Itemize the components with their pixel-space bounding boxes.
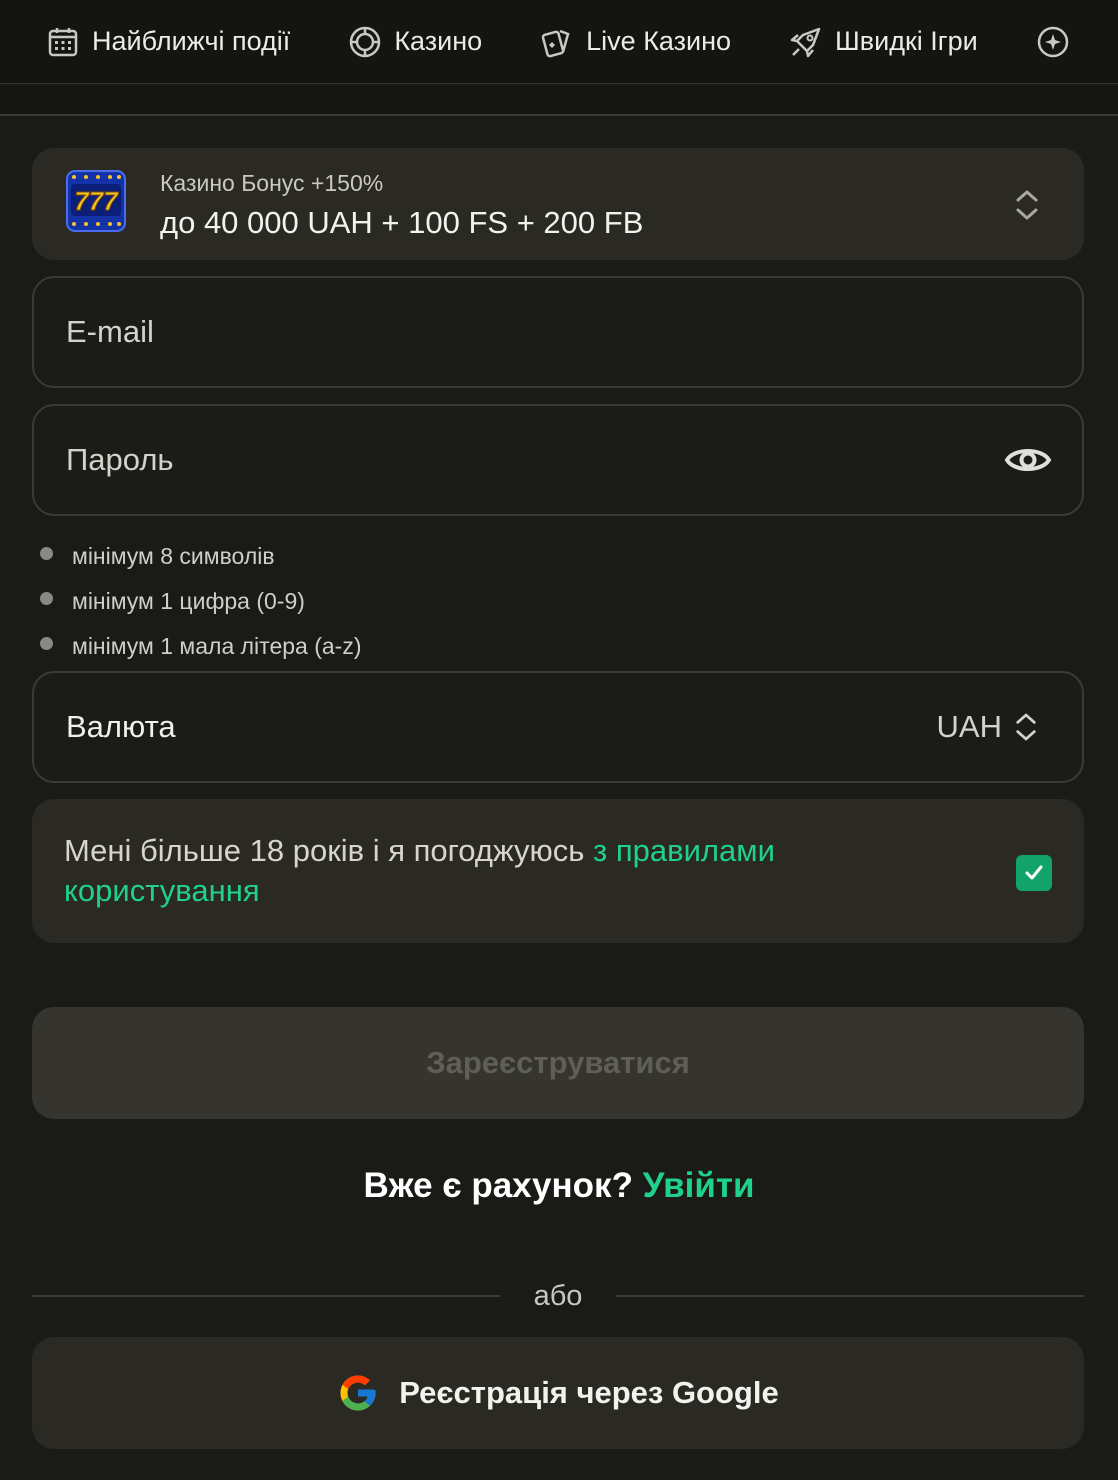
nav-item-fast-games[interactable]: Швидкі Ігри	[789, 25, 978, 59]
bullet-dot	[40, 547, 53, 560]
divider-line	[32, 1295, 500, 1297]
rule-text: мінімум 1 мала літера (a-z)	[72, 633, 362, 659]
or-text: або	[533, 1279, 583, 1312]
chevron-updown-icon	[1016, 190, 1038, 220]
checkmark-icon	[1025, 865, 1043, 880]
nav-label: Казино	[394, 26, 483, 56]
password-rules: мінімум 8 символів мінімум 1 цифра (0-9)…	[40, 534, 361, 669]
logo-text: 777	[74, 186, 119, 216]
currency-select[interactable]: Валюта UAH	[32, 671, 1084, 783]
list-item: мінімум 8 символів	[40, 534, 361, 579]
email-field[interactable]: E-mail	[32, 276, 1084, 388]
casino-chip-icon	[350, 26, 381, 57]
sparkle-icon	[1037, 26, 1068, 57]
password-field[interactable]: Пароль	[32, 404, 1084, 516]
divider-line	[616, 1295, 1084, 1297]
list-item: мінімум 1 мала літера (a-z)	[40, 624, 361, 669]
agree-text: Мені більше 18 років і я погоджуюсь	[64, 833, 594, 868]
rule-text: мінімум 1 цифра (0-9)	[72, 588, 305, 614]
nav-label: Live Казино	[586, 26, 732, 56]
google-icon	[340, 1375, 376, 1411]
nav-item-casino[interactable]: Казино	[348, 25, 482, 59]
bullet-dot	[40, 637, 53, 650]
currency-label: Валюта	[66, 709, 176, 744]
password-placeholder: Пароль	[66, 442, 174, 477]
list-item: мінімум 1 цифра (0-9)	[40, 579, 361, 624]
header-divider-strip	[0, 85, 1118, 116]
bonus-selector[interactable]: 777 Казино Бонус +150% до 40 000 UAH + 1…	[32, 148, 1084, 260]
calendar-icon	[48, 27, 78, 56]
terms-agreement: Мені більше 18 років і я погоджуюсь з пр…	[32, 799, 1084, 943]
bonus-title: до 40 000 UAH + 100 FS + 200 FB	[160, 205, 644, 240]
nav-item-more[interactable]	[1036, 25, 1070, 59]
login-question: Вже є рахунок?	[363, 1166, 643, 1205]
nav-item-live-casino[interactable]: Live Казино	[540, 25, 731, 59]
bonus-subtitle: Казино Бонус +150%	[160, 170, 384, 196]
eye-icon[interactable]	[1004, 442, 1052, 478]
login-link[interactable]: Увійти	[643, 1166, 755, 1205]
top-navigation: Найближчі події Казино Live Казино Швидк…	[0, 0, 1118, 84]
login-prompt: Вже є рахунок? Увійти	[0, 1166, 1118, 1206]
nav-label: Швидкі Ігри	[835, 26, 978, 56]
rocket-icon	[790, 27, 821, 57]
google-label: Реєстрація через Google	[399, 1375, 779, 1410]
nav-label: Найближчі події	[92, 26, 291, 56]
slot-777-logo: 777	[66, 170, 126, 232]
nav-item-upcoming-events[interactable]: Найближчі події	[46, 25, 290, 59]
chevron-updown-icon	[1016, 713, 1036, 741]
google-signup-button[interactable]: Реєстрація через Google	[32, 1337, 1084, 1449]
register-button[interactable]: Зареєструватися	[32, 1007, 1084, 1119]
cards-icon	[541, 29, 570, 57]
or-divider: або	[32, 1278, 1084, 1314]
rule-text: мінімум 8 символів	[72, 543, 275, 569]
currency-value: UAH	[936, 709, 1002, 744]
bullet-dot	[40, 592, 53, 605]
terms-checkbox[interactable]	[1016, 855, 1052, 891]
email-placeholder: E-mail	[66, 314, 154, 349]
